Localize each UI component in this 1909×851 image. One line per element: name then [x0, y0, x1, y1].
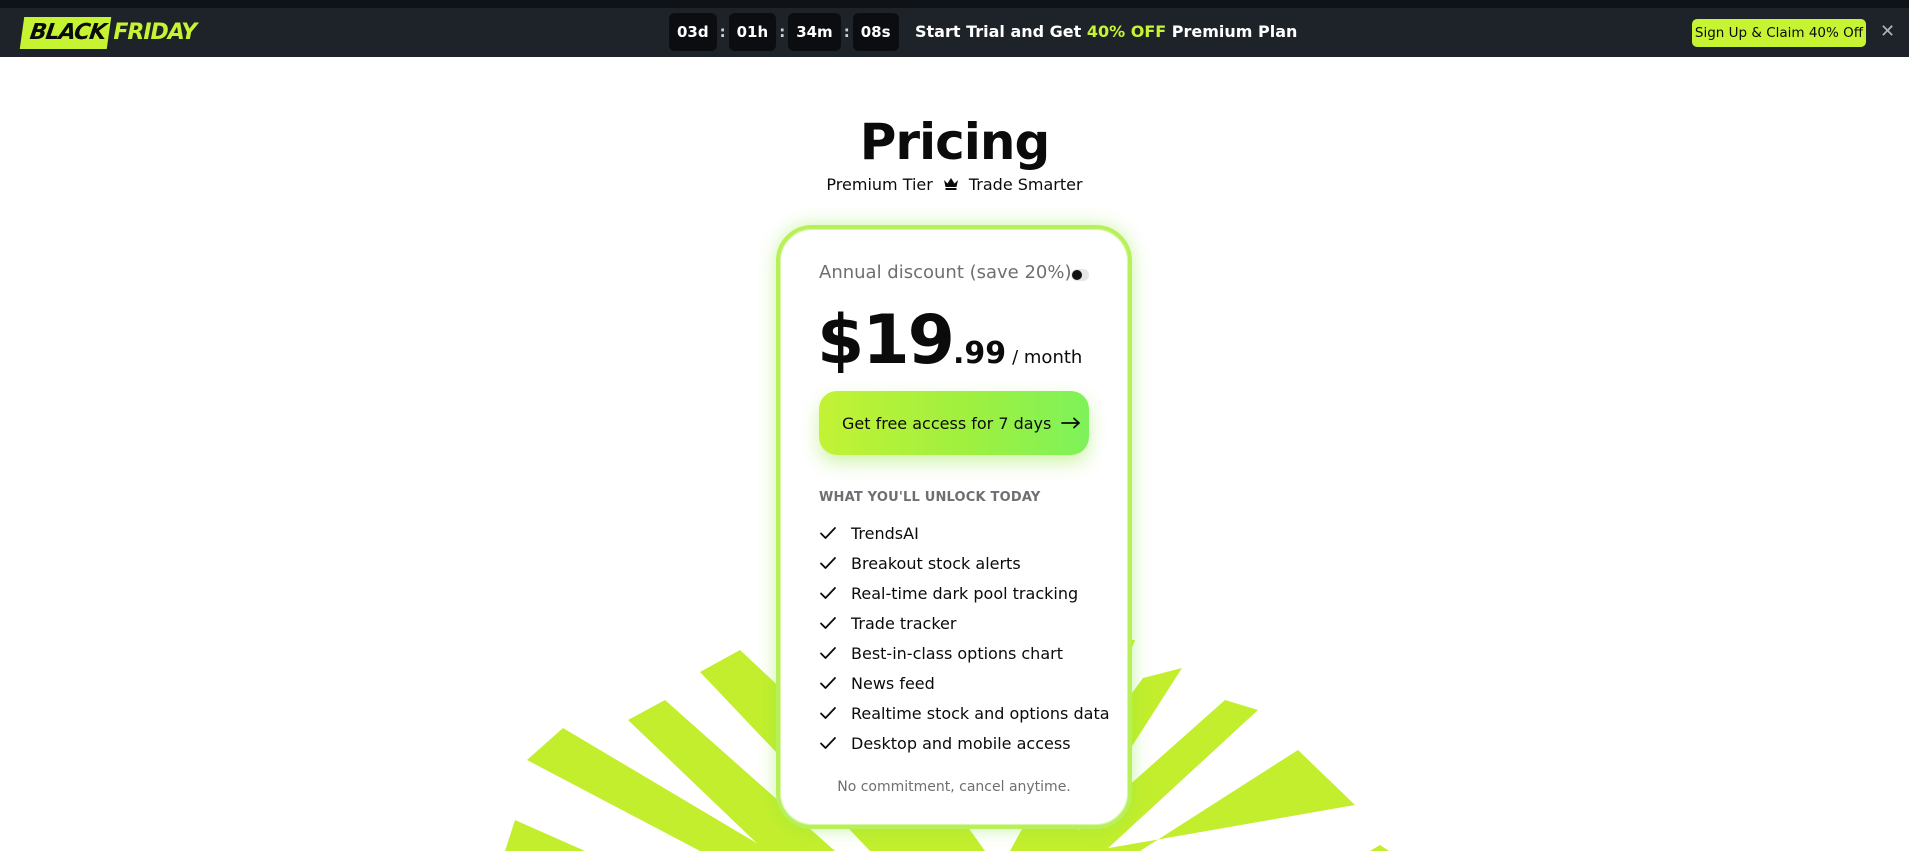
unlock-heading: WHAT YOU'LL UNLOCK TODAY: [819, 490, 1041, 505]
check-icon: [819, 676, 837, 690]
check-icon: [819, 706, 837, 720]
feature-label: Real-time dark pool tracking: [851, 583, 1079, 603]
close-icon[interactable]: ✕: [1880, 23, 1895, 41]
countdown-minutes: 34m: [788, 13, 841, 51]
feature-label: News feed: [851, 673, 935, 693]
feature-label: Trade tracker: [851, 613, 957, 633]
toggle-knob: [1072, 270, 1082, 280]
countdown-separator: :: [779, 23, 786, 41]
arrow-right-icon: [1061, 417, 1081, 429]
feature-list: TrendsAI Breakout stock alerts Real-time…: [819, 518, 1110, 758]
sign-up-claim-button[interactable]: Sign Up & Claim 40% Off: [1692, 19, 1866, 47]
pricing-card: Annual discount (save 20%) $19 .99 / mon…: [776, 225, 1132, 829]
feature-label: Realtime stock and options data: [851, 703, 1110, 723]
feature-label: Breakout stock alerts: [851, 553, 1021, 573]
countdown-separator: :: [719, 23, 726, 41]
list-item: Trade tracker: [819, 608, 1110, 638]
annual-discount-label: Annual discount (save 20%): [819, 262, 1072, 283]
feature-label: TrendsAI: [851, 523, 919, 543]
list-item: TrendsAI: [819, 518, 1110, 548]
list-item: Realtime stock and options data: [819, 698, 1110, 728]
promo-text-before: Start Trial and Get: [915, 22, 1087, 41]
check-icon: [819, 736, 837, 750]
check-icon: [819, 616, 837, 630]
promo-discount-highlight: 40% OFF: [1086, 22, 1167, 41]
list-item: Desktop and mobile access: [819, 728, 1110, 758]
feature-label: Best-in-class options chart: [851, 643, 1063, 663]
countdown-timer: 03d : 01h : 34m : 08s: [669, 13, 899, 51]
subtitle-trade-smarter: Trade Smarter: [968, 175, 1083, 194]
free-access-label: Get free access for 7 days: [842, 413, 1052, 433]
logo-friday-text: FRIDAY: [113, 20, 197, 45]
promo-text-after: Premium Plan: [1166, 22, 1298, 41]
feature-label: Desktop and mobile access: [851, 733, 1071, 753]
check-icon: [819, 586, 837, 600]
annual-discount-toggle[interactable]: [1071, 269, 1089, 281]
page-title: Pricing: [859, 113, 1051, 171]
promo-message: Start Trial and Get 40% OFF Premium Plan: [915, 22, 1297, 41]
price-dollars: $19: [817, 301, 955, 380]
black-friday-logo: BLACK FRIDAY: [19, 17, 197, 49]
check-icon: [819, 556, 837, 570]
countdown-hours: 01h: [728, 13, 777, 51]
list-item: Best-in-class options chart: [819, 638, 1110, 668]
countdown-seconds: 08s: [852, 13, 899, 51]
check-icon: [819, 646, 837, 660]
price-period: / month: [1012, 347, 1083, 368]
black-friday-banner: BLACK FRIDAY 03d : 01h : 34m : 08s Start…: [0, 0, 1909, 57]
countdown-days: 03d: [669, 13, 717, 51]
free-access-button[interactable]: Get free access for 7 days: [819, 391, 1089, 455]
list-item: Breakout stock alerts: [819, 548, 1110, 578]
subtitle-premium-tier: Premium Tier: [826, 175, 933, 194]
list-item: Real-time dark pool tracking: [819, 578, 1110, 608]
no-commitment-note: No commitment, cancel anytime.: [837, 779, 1071, 795]
price-cents: .99: [952, 336, 1007, 371]
crown-icon: [943, 175, 959, 194]
price-display: $19 .99 / month: [817, 301, 1082, 380]
list-item: News feed: [819, 668, 1110, 698]
page-subtitle: Premium Tier Trade Smarter: [0, 175, 1909, 194]
logo-black-text: BLACK: [19, 17, 112, 49]
check-icon: [819, 526, 837, 540]
countdown-separator: :: [843, 23, 850, 41]
